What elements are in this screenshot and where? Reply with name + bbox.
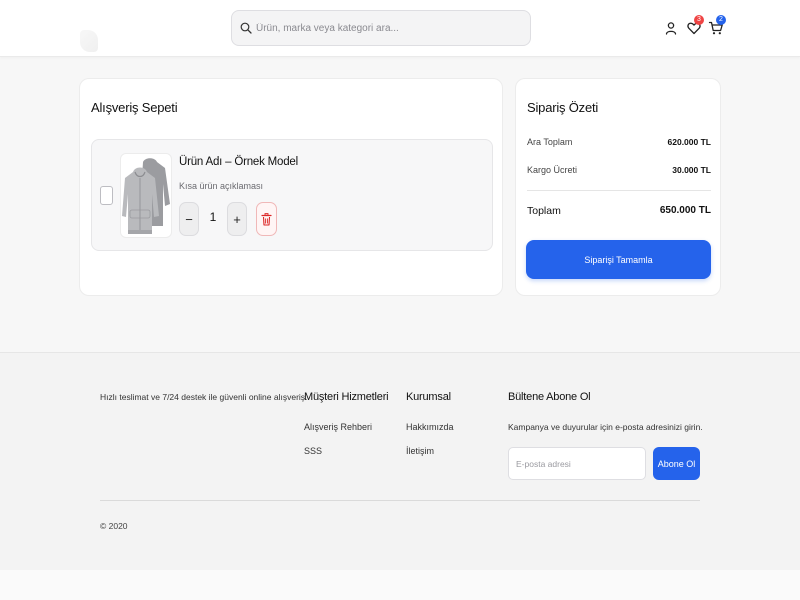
footer-about-text: Hızlı teslimat ve 7/24 destek ile güvenl… — [100, 392, 308, 402]
subscribe-button[interactable]: Abone Ol — [653, 447, 700, 480]
summary-divider — [527, 190, 711, 191]
total-label: Toplam — [527, 205, 561, 217]
footer-link-contact[interactable]: İletişim — [406, 446, 434, 456]
shipping-row: Kargo Ücreti 30.000 TL — [527, 165, 711, 175]
corporate-heading: Kurumsal — [406, 391, 451, 403]
shipping-label: Kargo Ücreti — [527, 165, 578, 175]
complete-order-button[interactable]: Siparişi Tamamla — [526, 240, 711, 279]
user-icon[interactable] — [663, 20, 679, 36]
footer-link-faq[interactable]: SSS — [304, 446, 322, 456]
product-description: Kısa ürün açıklaması — [179, 181, 264, 191]
cart-count-badge: 2 — [716, 15, 726, 25]
newsletter-email-input[interactable] — [508, 447, 646, 480]
wishlist-count-badge: 3 — [694, 15, 704, 25]
shipping-value: 30.000 TL — [672, 165, 711, 175]
site-header: 3 2 — [0, 0, 800, 57]
cart-item: Ürün Adı – Örnek Model Kısa ürün açıklam… — [91, 139, 493, 251]
search-bar[interactable] — [231, 10, 531, 46]
footer-link-shopping-guide[interactable]: Alışveriş Rehberi — [304, 422, 372, 432]
page-bottom — [0, 570, 800, 600]
site-footer: Hızlı teslimat ve 7/24 destek ile güvenl… — [0, 352, 800, 570]
copyright-text: © 2020 — [100, 521, 128, 531]
newsletter-heading: Bültene Abone Ol — [508, 391, 591, 403]
subtotal-label: Ara Toplam — [527, 137, 573, 147]
customer-service-heading: Müşteri Hizmetleri — [304, 391, 389, 403]
item-checkbox[interactable] — [100, 186, 113, 205]
subtotal-row: Ara Toplam 620.000 TL — [527, 137, 711, 147]
footer-link-about[interactable]: Hakkımızda — [406, 422, 454, 432]
summary-title: Sipariş Özeti — [527, 100, 599, 115]
cart-panel: Alışveriş Sepeti Ürün Adı – Örnek Model … — [79, 78, 503, 296]
footer-divider — [100, 500, 700, 501]
total-value: 650.000 TL — [659, 205, 711, 216]
search-icon — [240, 22, 252, 34]
search-input[interactable] — [256, 22, 516, 34]
subtotal-value: 620.000 TL — [667, 137, 711, 147]
trash-icon — [261, 212, 272, 226]
total-row: Toplam 650.000 TL — [527, 205, 711, 217]
cart-title: Alışveriş Sepeti — [91, 100, 178, 115]
product-image[interactable] — [120, 153, 172, 238]
order-summary-panel: Sipariş Özeti Ara Toplam 620.000 TL Karg… — [515, 78, 721, 296]
quantity-value: 1 — [209, 210, 217, 224]
logo[interactable] — [80, 30, 98, 52]
product-name[interactable]: Ürün Adı – Örnek Model — [179, 156, 298, 168]
remove-item-button[interactable] — [256, 202, 277, 236]
decrease-quantity-button[interactable]: − — [179, 202, 199, 236]
hoodie-image-icon — [122, 158, 170, 234]
newsletter-text: Kampanya ve duyurular için e-posta adres… — [508, 422, 703, 432]
increase-quantity-button[interactable]: + — [227, 202, 247, 236]
